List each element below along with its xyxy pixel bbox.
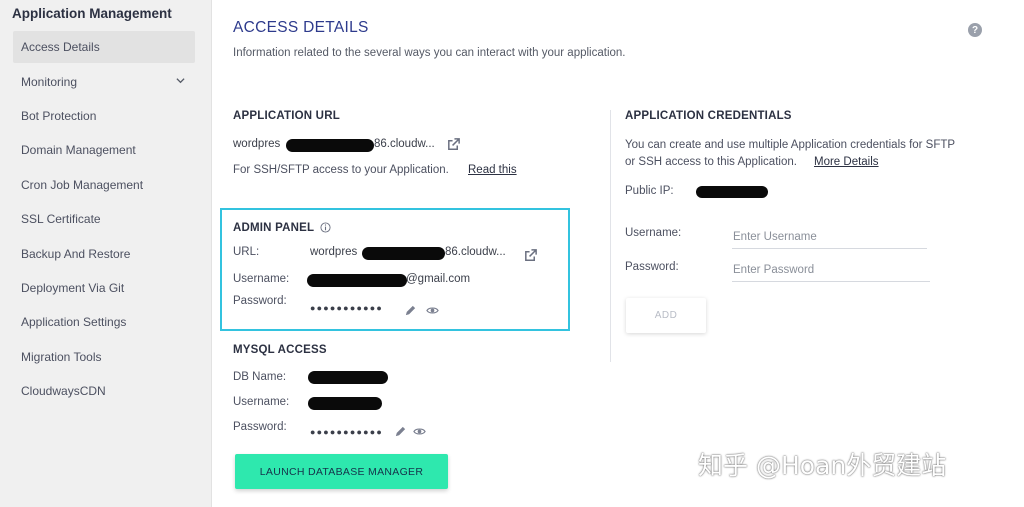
sidebar-item-label: Cron Job Management bbox=[21, 178, 144, 192]
sidebar-item-access-details[interactable]: Access Details bbox=[13, 31, 195, 63]
page-title: ACCESS DETAILS bbox=[233, 19, 369, 36]
page-description: Information related to the several ways … bbox=[233, 47, 626, 59]
db-username-label: Username: bbox=[233, 396, 290, 408]
sidebar-item-label: Backup And Restore bbox=[21, 247, 131, 261]
db-password-value: ●●●●●●●●●●● bbox=[310, 427, 383, 437]
credentials-username-input[interactable] bbox=[732, 231, 927, 243]
external-link-icon[interactable] bbox=[446, 137, 461, 152]
application-url-suffix: 86.cloudw... bbox=[374, 138, 435, 150]
credentials-password-field[interactable] bbox=[732, 260, 930, 282]
sidebar-item-bot-protection[interactable]: Bot Protection bbox=[13, 100, 195, 132]
db-name-label: DB Name: bbox=[233, 371, 287, 383]
application-url-title: APPLICATION URL bbox=[233, 110, 340, 122]
credentials-description-line1: You can create and use multiple Applicat… bbox=[625, 139, 956, 151]
redacted-db-name bbox=[308, 371, 388, 384]
sidebar-item-label: Domain Management bbox=[21, 143, 136, 157]
public-ip-label: Public IP: bbox=[625, 185, 674, 197]
credentials-username-label: Username: bbox=[625, 227, 682, 239]
redacted-url-segment bbox=[286, 139, 374, 152]
redacted-db-username bbox=[308, 397, 382, 410]
sidebar-item-label: SSL Certificate bbox=[21, 212, 101, 226]
eye-icon[interactable] bbox=[426, 304, 439, 317]
sidebar-item-application-settings[interactable]: Application Settings bbox=[13, 306, 195, 338]
watermark: 知乎 @Hoan外贸建站 bbox=[698, 451, 947, 480]
admin-url-prefix: wordpres bbox=[310, 246, 358, 258]
chevron-down-icon[interactable] bbox=[176, 76, 185, 85]
more-details-link[interactable]: More Details bbox=[814, 156, 879, 168]
credentials-password-label: Password: bbox=[625, 261, 679, 273]
main-panel: ACCESS DETAILS Information related to th… bbox=[212, 0, 1024, 507]
sidebar-item-label: Bot Protection bbox=[21, 109, 97, 123]
application-url-prefix: wordpres bbox=[233, 138, 281, 150]
admin-username-label: Username: bbox=[233, 273, 290, 285]
sidebar-item-domain-management[interactable]: Domain Management bbox=[13, 134, 195, 166]
sidebar-item-cron-job-management[interactable]: Cron Job Management bbox=[13, 169, 195, 201]
sidebar-item-label: Deployment Via Git bbox=[21, 281, 125, 295]
eye-icon[interactable] bbox=[413, 425, 426, 438]
add-credentials-button[interactable]: ADD bbox=[626, 298, 706, 333]
help-icon[interactable]: ? bbox=[968, 23, 982, 37]
db-password-label: Password: bbox=[233, 421, 287, 433]
sidebar-item-label: Application Settings bbox=[21, 315, 127, 329]
admin-panel-title: ADMIN PANEL bbox=[233, 222, 315, 234]
admin-url-label: URL: bbox=[233, 246, 260, 258]
admin-username-suffix: @gmail.com bbox=[406, 273, 471, 285]
redacted-public-ip bbox=[696, 186, 768, 198]
credentials-username-field[interactable] bbox=[732, 227, 927, 249]
admin-url-suffix: 86.cloudw... bbox=[445, 246, 506, 258]
mysql-access-title: MYSQL ACCESS bbox=[233, 344, 327, 356]
credentials-description-line2: or SSH access to this Application. bbox=[625, 156, 797, 168]
external-link-icon[interactable] bbox=[523, 248, 538, 263]
sidebar-item-migration-tools[interactable]: Migration Tools bbox=[13, 341, 195, 373]
sidebar-item-label: Migration Tools bbox=[21, 350, 102, 364]
sidebar-item-cloudways-cdn[interactable]: CloudwaysCDN bbox=[13, 375, 195, 407]
sidebar: Application Management Access Details Mo… bbox=[0, 0, 212, 507]
sidebar-item-monitoring[interactable]: Monitoring bbox=[13, 66, 195, 98]
application-credentials-title: APPLICATION CREDENTIALS bbox=[625, 110, 792, 122]
read-this-link[interactable]: Read this bbox=[468, 164, 517, 176]
ssh-note: For SSH/SFTP access to your Application. bbox=[233, 164, 449, 176]
admin-password-label: Password: bbox=[233, 295, 287, 307]
sidebar-item-label: CloudwaysCDN bbox=[21, 384, 106, 398]
redacted-url-segment bbox=[362, 247, 445, 260]
admin-password-value: ●●●●●●●●●●● bbox=[310, 303, 383, 313]
sidebar-item-ssl-certificate[interactable]: SSL Certificate bbox=[13, 203, 195, 235]
info-icon[interactable] bbox=[320, 222, 331, 233]
column-divider bbox=[610, 110, 611, 362]
redacted-username bbox=[307, 274, 407, 287]
credentials-password-input[interactable] bbox=[732, 264, 930, 276]
pencil-icon[interactable] bbox=[404, 304, 417, 317]
sidebar-item-label: Monitoring bbox=[21, 75, 78, 89]
pencil-icon[interactable] bbox=[394, 425, 407, 438]
sidebar-title: Application Management bbox=[12, 6, 172, 21]
sidebar-item-backup-and-restore[interactable]: Backup And Restore bbox=[13, 238, 195, 270]
sidebar-item-label: Access Details bbox=[21, 40, 100, 54]
launch-database-manager-button[interactable]: LAUNCH DATABASE MANAGER bbox=[235, 454, 448, 489]
sidebar-item-deployment-via-git[interactable]: Deployment Via Git bbox=[13, 272, 195, 304]
